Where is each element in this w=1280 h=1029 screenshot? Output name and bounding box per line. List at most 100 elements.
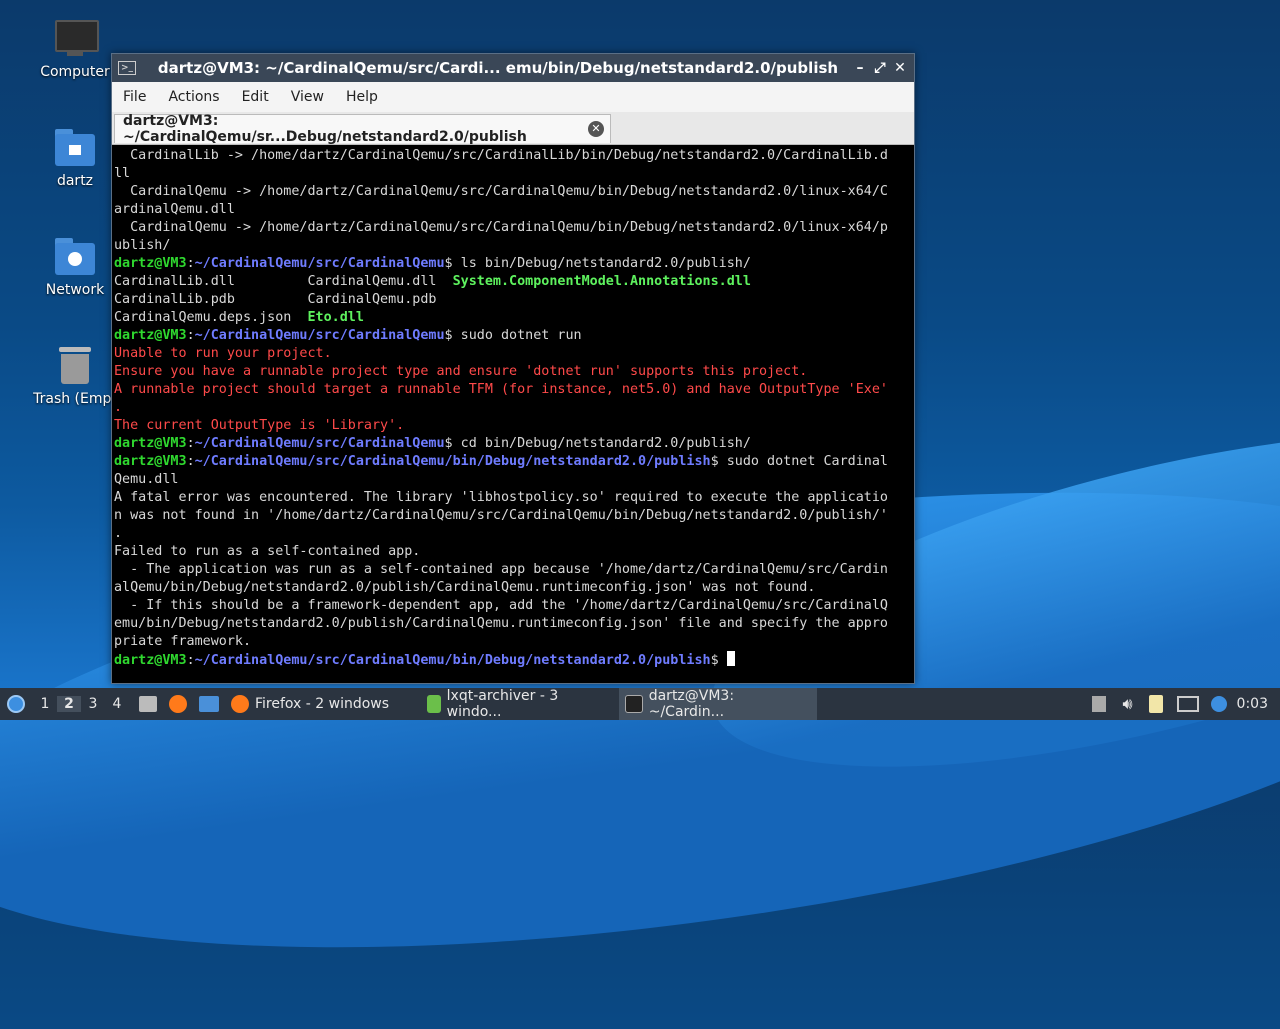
command-text: $: [710, 653, 727, 668]
desktop-icon-trash[interactable]: Trash (Empt: [25, 345, 125, 407]
close-button[interactable]: ✕: [890, 60, 910, 76]
file-name-executable: System.ComponentModel.Annotations.dll: [452, 274, 751, 289]
terminal-icon: [625, 695, 643, 713]
file-name: CardinalQemu.pdb: [307, 292, 437, 307]
volume-icon[interactable]: 🔊︎: [1122, 694, 1132, 714]
network-folder-icon: [53, 236, 97, 276]
prompt-path: ~/CardinalQemu/src/CardinalQemu: [194, 328, 445, 343]
file-name-executable: Eto.dll: [307, 310, 364, 325]
terminal-line: .: [114, 526, 123, 541]
terminal-line: CardinalLib.pdb CardinalQemu.pdb: [114, 291, 912, 309]
window-title: dartz@VM3: ~/CardinalQemu/src/Cardi... e…: [157, 59, 839, 77]
prompt-path: ~/CardinalQemu/src/CardinalQemu: [194, 436, 445, 451]
terminal-line: Failed to run as a self-contained app.: [114, 544, 421, 559]
system-tray: 🔊︎ 0:03: [1084, 688, 1280, 720]
workspace-switcher: 1 2 3 4: [33, 688, 129, 720]
task-archiver[interactable]: lxqt-archiver - 3 windo...: [421, 688, 619, 720]
prompt-sep: :: [186, 328, 195, 343]
terminal-line: .: [114, 399, 912, 417]
terminal-tab[interactable]: dartz@VM3: ~/CardinalQemu/sr...Debug/net…: [114, 113, 611, 145]
terminal-line: Unable to run your project.: [114, 345, 912, 363]
terminal-window: >_ dartz@VM3: ~/CardinalQemu/src/Cardi..…: [111, 53, 915, 684]
tab-bar: dartz@VM3: ~/CardinalQemu/sr...Debug/net…: [112, 112, 914, 145]
computer-icon: [53, 18, 99, 58]
terminal-line: ublish/: [114, 238, 171, 253]
task-label: lxqt-archiver - 3 windo...: [446, 688, 559, 720]
terminal-output[interactable]: CardinalLib -> /home/dartz/CardinalQemu/…: [114, 147, 912, 681]
workspace-3[interactable]: 3: [81, 696, 105, 712]
firefox-icon: [231, 695, 249, 713]
prompt-user: dartz@VM3: [114, 653, 187, 668]
task-terminal[interactable]: dartz@VM3: ~/Cardin...: [619, 688, 817, 720]
quicklaunch: [133, 688, 225, 720]
file-name: CardinalLib.dll: [114, 274, 308, 289]
prompt-sep: :: [186, 454, 195, 469]
file-manager-icon[interactable]: [199, 696, 219, 712]
prompt-user: dartz@VM3: [114, 436, 187, 451]
prompt-path: ~/CardinalQemu/src/CardinalQemu: [194, 256, 445, 271]
workspace-4[interactable]: 4: [105, 696, 129, 712]
error-text: Ensure you have a runnable project type …: [114, 364, 808, 379]
menu-view[interactable]: View: [280, 89, 335, 105]
prompt-sep: :: [186, 256, 195, 271]
command-text: $ ls bin/Debug/netstandard2.0/publish/: [444, 256, 751, 271]
desktop-icon-home[interactable]: dartz: [25, 127, 125, 189]
command-text: $ cd bin/Debug/netstandard2.0/publish/: [444, 436, 751, 451]
terminal-line: CardinalQemu -> /home/dartz/CardinalQemu…: [114, 184, 888, 199]
task-firefox[interactable]: Firefox - 2 windows: [225, 688, 421, 720]
terminal-line: n was not found in '/home/dartz/Cardinal…: [114, 508, 888, 523]
file-name: CardinalQemu.deps.json: [114, 310, 308, 325]
prompt-user: dartz@VM3: [114, 328, 187, 343]
desktop-icon-network[interactable]: Network: [25, 236, 125, 298]
terminal-line: CardinalLib -> /home/dartz/CardinalQemu/…: [114, 148, 888, 163]
prompt-user: dartz@VM3: [114, 454, 187, 469]
workspace-1[interactable]: 1: [33, 696, 57, 712]
show-desktop-icon[interactable]: [139, 696, 157, 712]
task-label: Firefox - 2 windows: [255, 696, 390, 712]
lxqt-logo-icon: [7, 695, 25, 713]
firefox-launcher-icon[interactable]: [169, 695, 187, 713]
terminal-line: CardinalQemu -> /home/dartz/CardinalQemu…: [114, 220, 888, 235]
workspace-2[interactable]: 2: [57, 696, 81, 712]
archiver-icon: [427, 695, 441, 713]
menu-edit[interactable]: Edit: [231, 89, 280, 105]
command-text: $ sudo dotnet run: [444, 328, 582, 343]
app-menu-button[interactable]: [0, 688, 32, 720]
error-text: The current OutputType is 'Library'.: [114, 418, 405, 433]
command-text: $ sudo dotnet Cardinal: [710, 454, 888, 469]
prompt-sep: :: [186, 653, 195, 668]
clock[interactable]: 0:03: [1237, 696, 1268, 712]
eject-icon[interactable]: [1092, 696, 1107, 712]
close-tab-icon[interactable]: ✕: [588, 121, 604, 137]
update-notifier-icon[interactable]: [1210, 696, 1227, 712]
task-label: dartz@VM3: ~/Cardin...: [648, 688, 735, 720]
desktop-icon-computer[interactable]: Computer: [25, 18, 125, 80]
desktop-icon-label: Trash (Empt: [33, 391, 117, 407]
terminal-line: priate framework.: [114, 634, 252, 649]
menu-bar: File Actions Edit View Help: [112, 82, 914, 112]
menu-actions[interactable]: Actions: [157, 89, 230, 105]
text-cursor: [726, 651, 735, 666]
menu-help[interactable]: Help: [335, 89, 389, 105]
menu-file[interactable]: File: [112, 89, 157, 105]
error-text: A runnable project should target a runna…: [114, 382, 888, 397]
terminal-line: Ensure you have a runnable project type …: [114, 363, 912, 381]
prompt-path: ~/CardinalQemu/src/CardinalQemu/bin/Debu…: [194, 454, 711, 469]
terminal-line: ll: [114, 166, 131, 181]
window-titlebar[interactable]: >_ dartz@VM3: ~/CardinalQemu/src/Cardi..…: [112, 54, 914, 82]
terminal-line: Qemu.dll: [114, 472, 179, 487]
prompt-path: ~/CardinalQemu/src/CardinalQemu/bin/Debu…: [194, 653, 711, 668]
terminal-icon: >_: [118, 61, 136, 75]
terminal-line: emu/bin/Debug/netstandard2.0/publish/Car…: [114, 616, 888, 631]
error-text: Unable to run your project.: [114, 346, 332, 361]
trash-icon: [53, 345, 97, 385]
clipboard-icon[interactable]: [1148, 695, 1163, 713]
maximize-button[interactable]: ⤢: [870, 60, 890, 76]
terminal-line: dartz@VM3:~/CardinalQemu/src/CardinalQem…: [114, 327, 912, 345]
terminal-line: The current OutputType is 'Library'.: [114, 417, 912, 435]
minimize-button[interactable]: –: [850, 60, 870, 76]
terminal-line: A runnable project should target a runna…: [114, 381, 912, 399]
terminal-line: dartz@VM3:~/CardinalQemu/src/CardinalQem…: [114, 435, 912, 453]
keyboard-icon[interactable]: [1176, 696, 1199, 712]
prompt-sep: :: [186, 436, 195, 451]
